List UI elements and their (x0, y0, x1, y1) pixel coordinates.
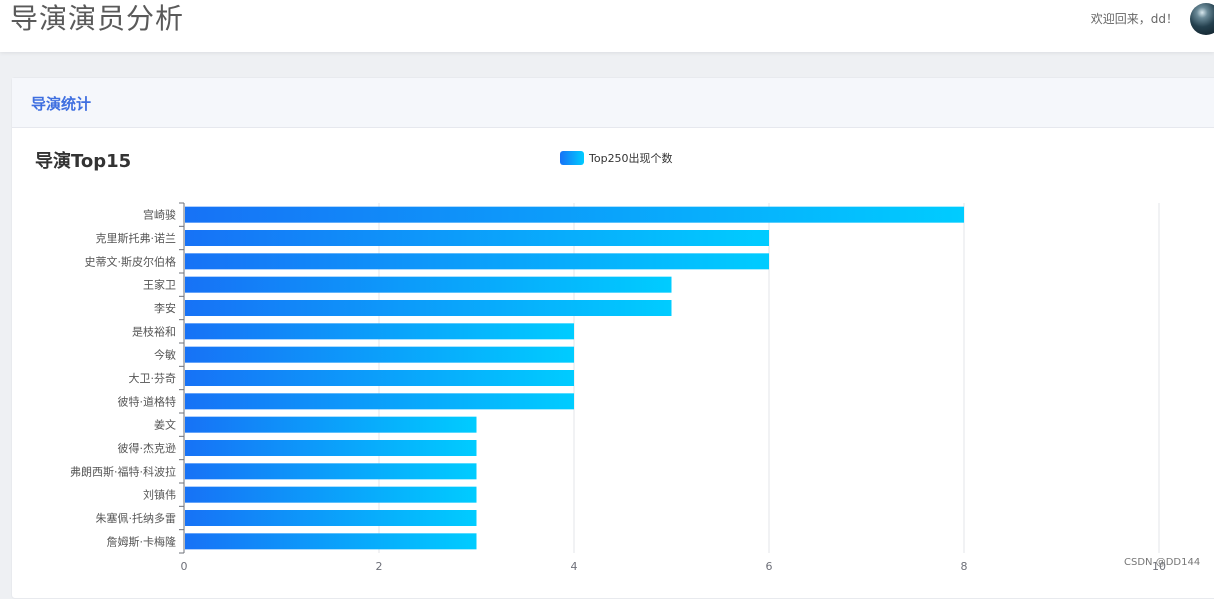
category-label: 朱塞佩·托纳多雷 (96, 511, 177, 525)
x-tick-label: 2 (376, 560, 383, 573)
bar (185, 253, 769, 270)
category-label: 大卫·芬奇 (129, 371, 177, 385)
category-label: 彼特·道格特 (118, 394, 177, 408)
x-tick-label: 0 (181, 560, 188, 573)
category-label: 弗朗西斯·福特·科波拉 (70, 464, 176, 478)
category-label: 史蒂文·斯皮尔伯格 (85, 254, 177, 268)
x-tick-label: 4 (571, 560, 578, 573)
bar (185, 346, 574, 363)
x-tick-label: 8 (961, 560, 968, 573)
bar (185, 370, 574, 386)
bar (185, 323, 574, 340)
category-label: 是枝裕和 (132, 324, 176, 338)
bar (185, 276, 672, 293)
bar (185, 463, 477, 480)
category-label: 克里斯托弗·诺兰 (96, 231, 177, 245)
category-label: 刘镇伟 (143, 488, 176, 502)
category-label: 詹姆斯·卡梅隆 (107, 534, 177, 548)
bar (185, 510, 477, 526)
category-label: 王家卫 (143, 278, 176, 292)
category-label: 李安 (154, 301, 176, 315)
bar (185, 416, 477, 433)
director-bar-chart: 0 2 4 6 8 10宫崎骏克里斯托弗·诺兰史蒂文·斯皮尔伯格王家卫李安是枝裕和今敏大卫… (70, 202, 1166, 573)
bar (185, 440, 477, 456)
watermark: CSDN @DD144 (1124, 557, 1201, 568)
category-label: 彼得·杰克逊 (118, 442, 177, 455)
bar (185, 206, 964, 223)
bar (185, 393, 574, 410)
bar (185, 300, 672, 316)
bar (185, 533, 477, 550)
bar (185, 486, 477, 503)
category-label: 今敏 (154, 348, 176, 362)
category-label: 姜文 (154, 418, 176, 432)
bar (185, 230, 769, 246)
x-tick-label: 6 (766, 560, 773, 573)
category-label: 宫崎骏 (143, 208, 176, 222)
